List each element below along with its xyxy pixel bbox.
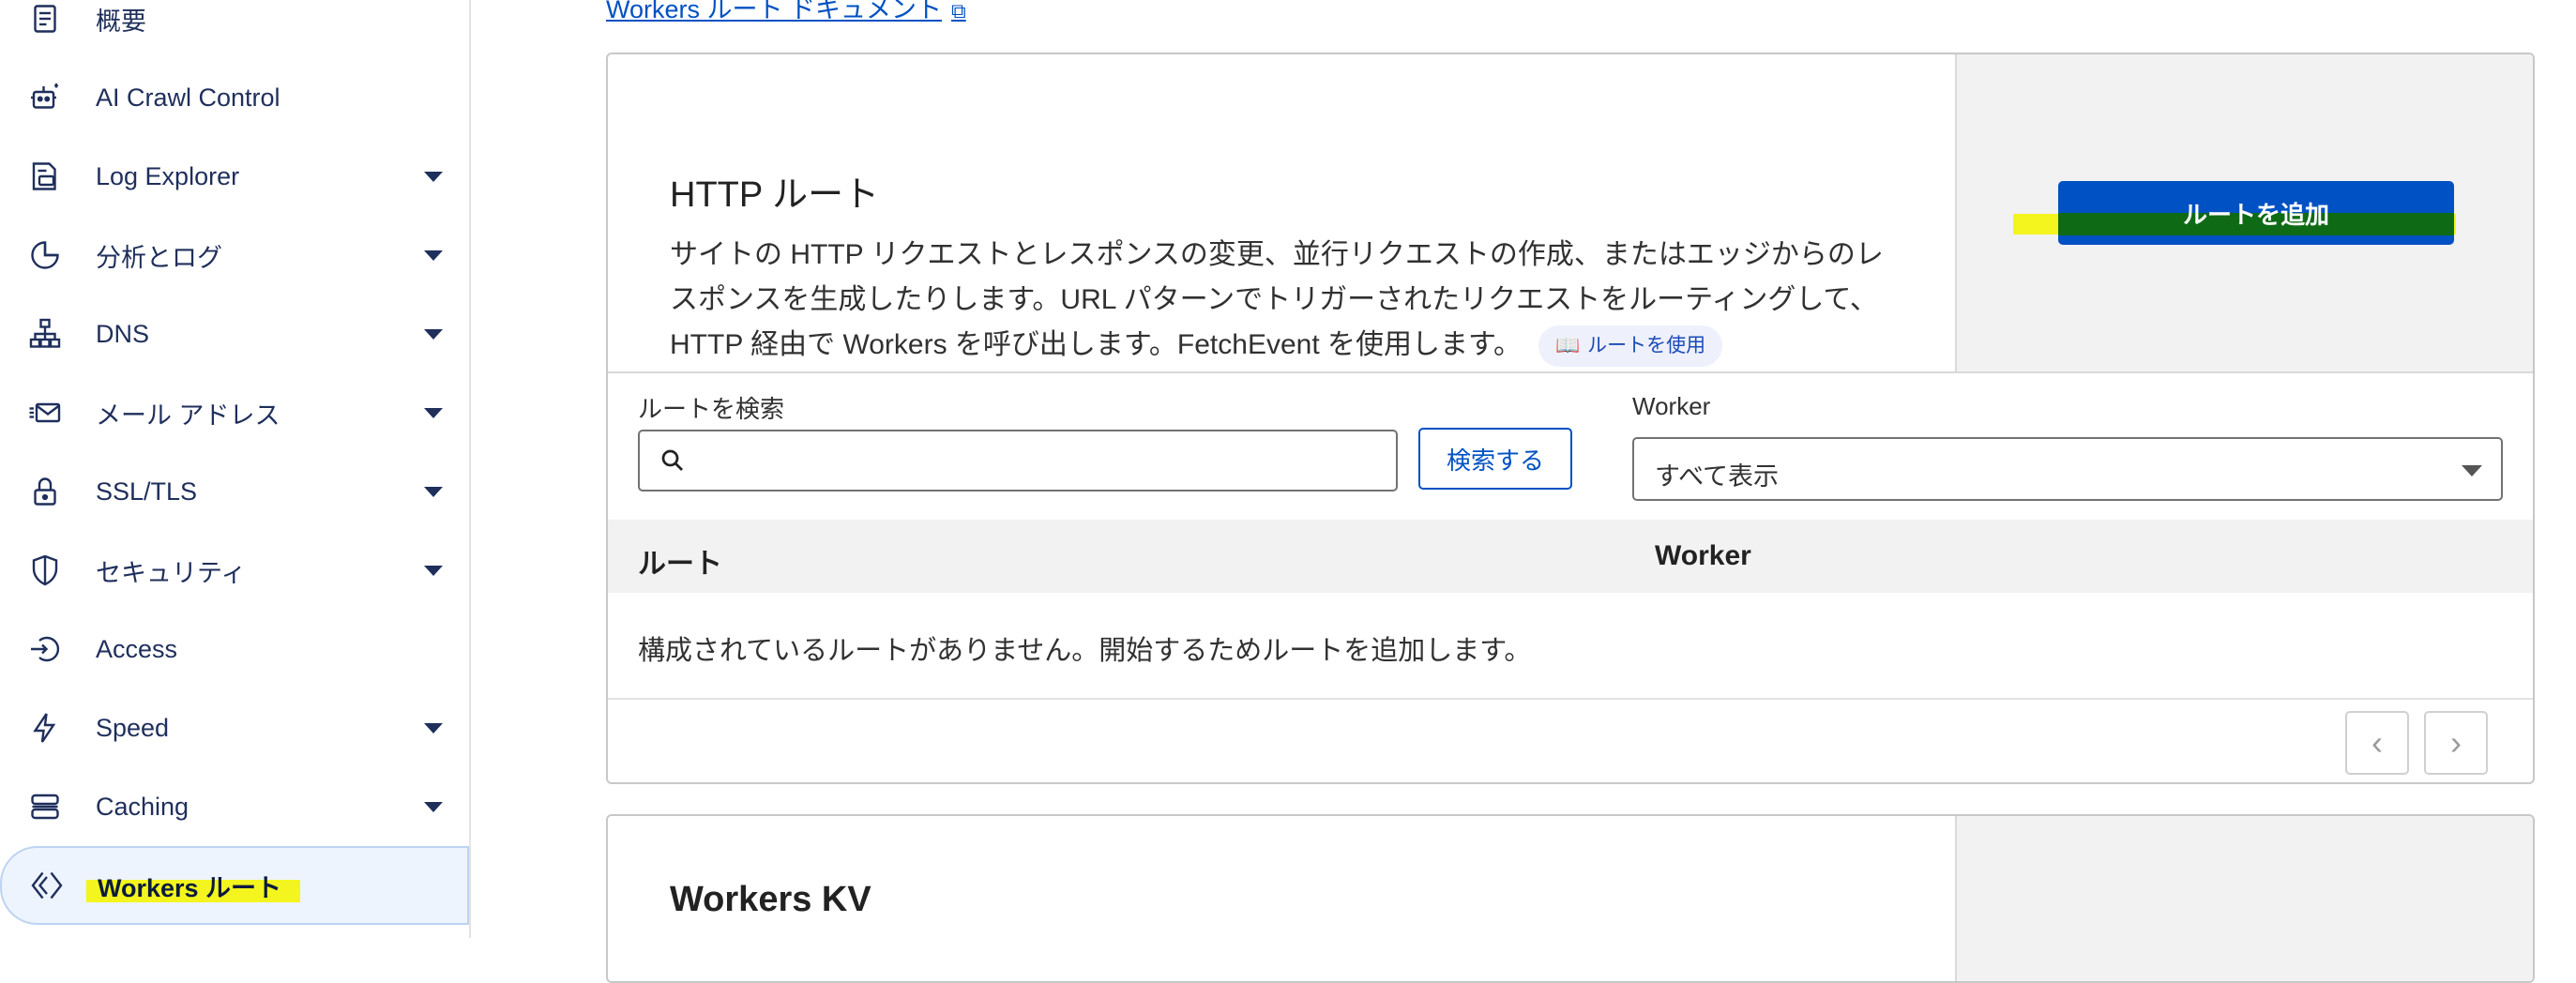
http-routes-header: HTTP ルート サイトの HTTP リクエストとレスポンスの変更、並行リクエス… bbox=[608, 54, 2533, 373]
access-icon bbox=[26, 630, 64, 668]
search-button[interactable]: 検索する bbox=[1418, 428, 1572, 490]
chevron-down-icon[interactable] bbox=[424, 565, 443, 576]
worker-filter-label: Worker bbox=[1632, 392, 1711, 420]
next-page-button[interactable]: › bbox=[2424, 711, 2488, 775]
sidebar-item-access[interactable]: Access bbox=[0, 610, 469, 688]
empty-state-message: 構成されているルートがありません。開始するためルートを追加します。 bbox=[638, 636, 1532, 666]
chevron-down-icon[interactable] bbox=[424, 250, 443, 261]
search-routes-input[interactable] bbox=[698, 439, 1383, 482]
worker-select[interactable]: すべて表示 bbox=[1632, 437, 2503, 501]
routes-empty-state: 構成されているルートがありません。開始するためルートを追加します。 bbox=[608, 593, 2533, 700]
pie-chart-icon bbox=[26, 236, 64, 274]
search-routes-field[interactable] bbox=[638, 430, 1398, 492]
previous-page-button[interactable]: ‹ bbox=[2345, 711, 2409, 775]
http-routes-card: HTTP ルート サイトの HTTP リクエストとレスポンスの変更、並行リクエス… bbox=[606, 53, 2535, 784]
sidebar-item-log-explorer[interactable]: Log Explorer bbox=[0, 137, 469, 216]
use-routes-label: ルートを使用 bbox=[1587, 335, 1706, 357]
sidebar-item-ssl-tls[interactable]: SSL/TLS bbox=[0, 452, 469, 531]
routes-table-header: ルート Worker bbox=[608, 520, 2533, 593]
shield-icon bbox=[26, 552, 64, 589]
sidebar-item-label: セキュリティ bbox=[96, 558, 247, 587]
route-filter-row: ルートを検索 検索する Worker すべて表示 bbox=[608, 373, 2533, 520]
sidebar-item-label: Speed bbox=[96, 713, 170, 742]
lock-icon bbox=[26, 473, 64, 510]
book-icon: 📖 bbox=[1555, 335, 1581, 357]
chevron-down-icon[interactable] bbox=[424, 722, 443, 733]
sidebar-item-label: 分析とログ bbox=[96, 243, 222, 272]
sidebar-item-caching[interactable]: Caching bbox=[0, 767, 469, 846]
sidebar-item-security[interactable]: セキュリティ bbox=[0, 531, 469, 610]
sidebar-item-workers-routes[interactable]: Workers ルート bbox=[0, 846, 469, 925]
worker-select-value: すべて表示 bbox=[1655, 462, 1780, 491]
workers-kv-action-panel bbox=[1955, 816, 2533, 981]
sidebar-item-overview[interactable]: 概要 bbox=[0, 0, 469, 58]
robot-icon bbox=[26, 79, 64, 116]
network-icon bbox=[26, 315, 64, 353]
column-header-route: ルート bbox=[638, 549, 722, 580]
lightning-icon bbox=[26, 709, 64, 747]
sidebar-item-ai-crawl-control[interactable]: AI Crawl Control bbox=[0, 58, 469, 137]
sidebar-item-label: Caching bbox=[96, 792, 189, 821]
use-routes-link[interactable]: 📖 ルートを使用 bbox=[1538, 325, 1723, 368]
chevron-right-icon: › bbox=[2450, 723, 2462, 762]
chevron-down-icon bbox=[2462, 465, 2482, 476]
sidebar-item-speed[interactable]: Speed bbox=[0, 688, 469, 767]
sidebar-item-label: DNS bbox=[96, 319, 150, 348]
add-route-button[interactable]: ルートを追加 bbox=[2058, 181, 2454, 245]
sidebar-item-label: Access bbox=[96, 634, 178, 663]
search-routes-label: ルートを検索 bbox=[638, 395, 785, 423]
pagination: ‹ › bbox=[608, 700, 2533, 780]
sidebar-item-dns[interactable]: DNS bbox=[0, 295, 469, 373]
workers-icon bbox=[28, 867, 66, 904]
server-icon bbox=[26, 788, 64, 825]
workers-kv-title: Workers KV bbox=[670, 880, 871, 919]
search-icon bbox=[661, 449, 683, 471]
sidebar-item-label: Workers ルート bbox=[98, 873, 282, 902]
docs-link-label: Workers ルート ドキュメント bbox=[606, 0, 943, 23]
http-routes-title: HTTP ルート bbox=[670, 175, 880, 215]
sidebar-item-label: メール アドレス bbox=[96, 401, 280, 430]
chevron-down-icon[interactable] bbox=[424, 486, 443, 497]
sidebar-item-label: AI Crawl Control bbox=[96, 83, 280, 112]
sidebar-item-label: Log Explorer bbox=[96, 161, 240, 190]
chevron-down-icon[interactable] bbox=[424, 328, 443, 340]
sidebar-item-label: 概要 bbox=[96, 7, 146, 36]
sidebar-item-label: SSL/TLS bbox=[96, 476, 198, 506]
external-link-icon: ⧉ bbox=[951, 0, 966, 23]
add-route-label: ルートを追加 bbox=[2182, 200, 2329, 229]
column-header-worker: Worker bbox=[1655, 540, 1751, 571]
http-routes-description: サイトの HTTP リクエストとレスポンスの変更、並行リクエストの作成、またはエ… bbox=[670, 233, 1889, 368]
sidebar: 概要 AI Crawl Control Log Explorer 分析とログ D… bbox=[0, 0, 471, 938]
chevron-left-icon: ‹ bbox=[2371, 723, 2383, 762]
mail-icon bbox=[26, 394, 64, 431]
chevron-down-icon[interactable] bbox=[424, 171, 443, 182]
log-icon bbox=[26, 158, 64, 195]
chevron-down-icon[interactable] bbox=[424, 407, 443, 418]
sidebar-item-email[interactable]: メール アドレス bbox=[0, 373, 469, 452]
workers-routes-docs-link[interactable]: Workers ルート ドキュメント ⧉ bbox=[606, 0, 966, 25]
chevron-down-icon[interactable] bbox=[424, 801, 443, 812]
sidebar-item-analytics[interactable]: 分析とログ bbox=[0, 216, 469, 295]
workers-kv-card: Workers KV bbox=[606, 814, 2535, 983]
http-routes-action-panel: ルートを追加 bbox=[1955, 54, 2533, 371]
document-icon bbox=[26, 0, 64, 38]
